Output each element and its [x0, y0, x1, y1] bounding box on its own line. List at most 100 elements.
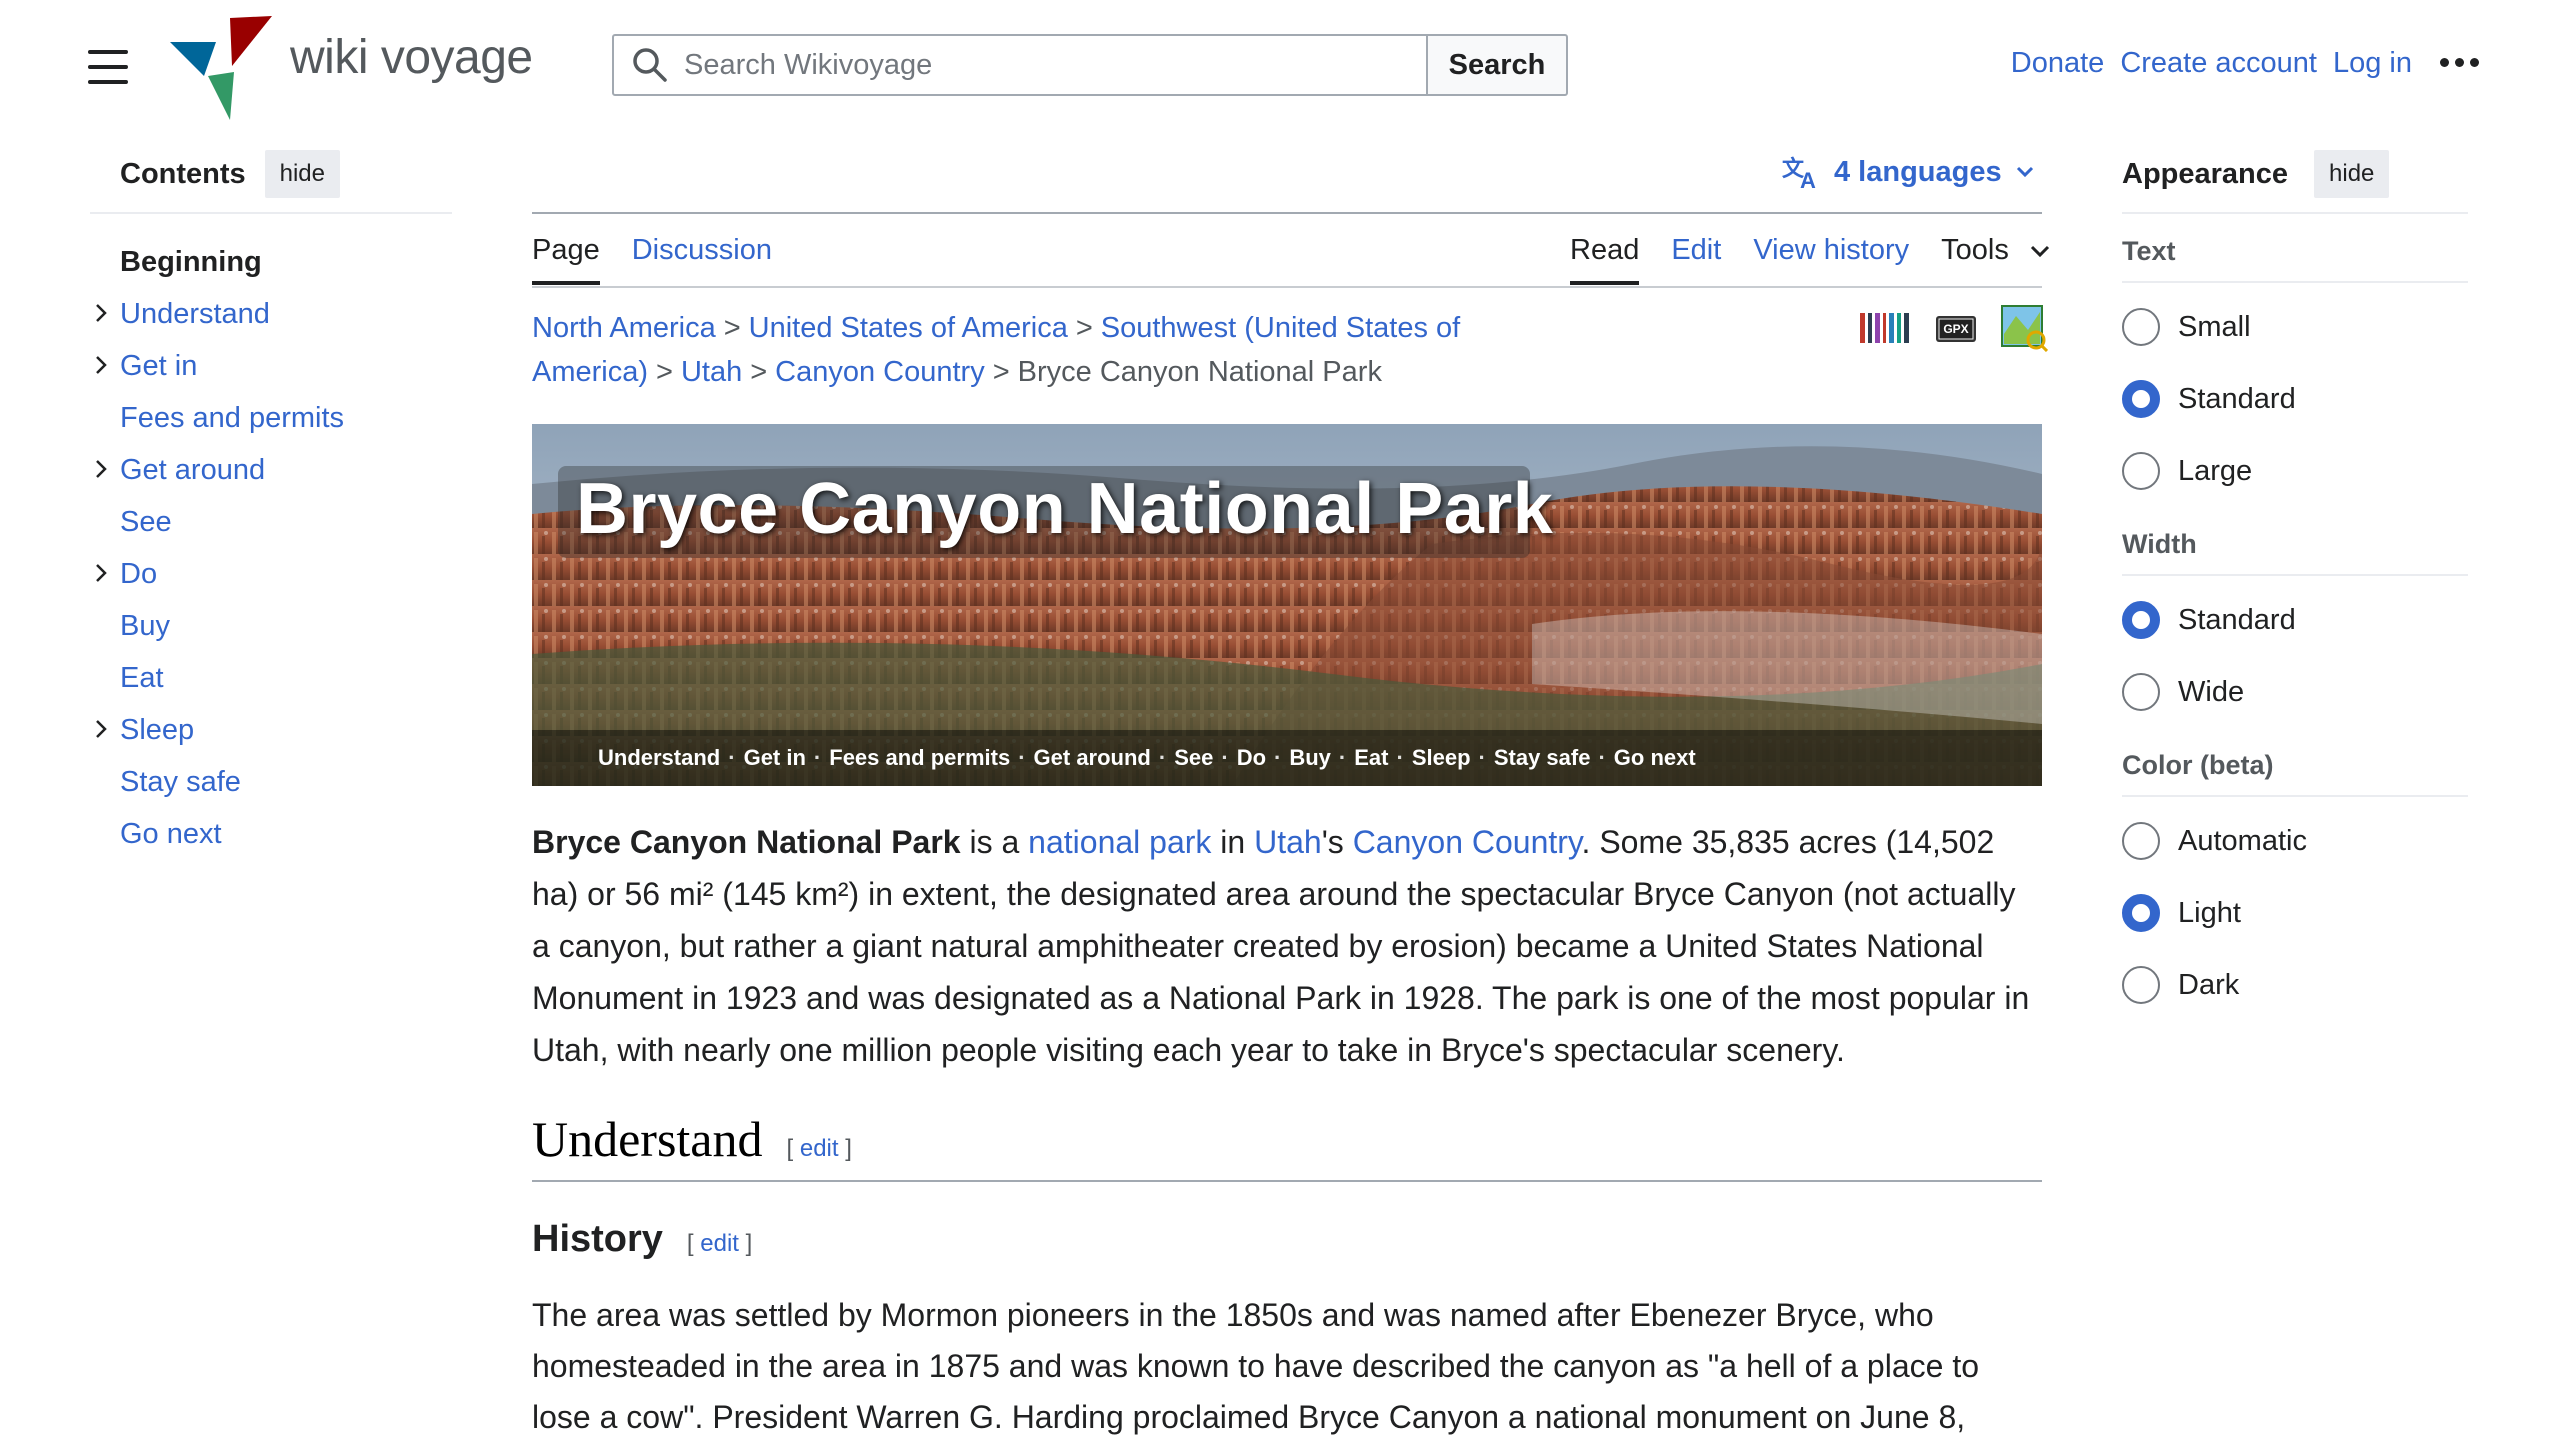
- lead-bold-title: Bryce Canyon National Park: [532, 824, 961, 860]
- banner-nav-get-around[interactable]: Get around: [1034, 745, 1151, 771]
- radio-button[interactable]: [2122, 452, 2160, 490]
- toc-item-beginning[interactable]: Beginning: [90, 236, 452, 288]
- title-divider: [532, 212, 2042, 214]
- search-input[interactable]: [682, 47, 1386, 83]
- chevron-right-icon[interactable]: [90, 458, 112, 480]
- toc-hide-button[interactable]: hide: [264, 150, 340, 198]
- tab-edit[interactable]: Edit: [1671, 234, 1721, 285]
- breadcrumb-usa[interactable]: United States of America: [749, 312, 1068, 344]
- option-width-wide[interactable]: Wide: [2122, 656, 2468, 728]
- search-icon: [633, 48, 667, 82]
- option-width-standard[interactable]: Standard: [2122, 584, 2468, 656]
- radio-button[interactable]: [2122, 380, 2160, 418]
- appearance-section-color-beta: Color (beta): [2122, 750, 2468, 797]
- appearance-section-width: Width: [2122, 529, 2468, 576]
- nav-separator: ·: [1396, 745, 1404, 770]
- chevron-right-icon[interactable]: [90, 718, 112, 740]
- breadcrumb-north-america[interactable]: North America: [532, 312, 716, 344]
- banner-nav-fees-and-permits[interactable]: Fees and permits: [829, 745, 1010, 771]
- banner-nav-understand[interactable]: Understand: [598, 745, 720, 771]
- history-paragraph: The area was settled by Mormon pioneers …: [532, 1297, 1979, 1435]
- create-account-link[interactable]: Create account: [2120, 47, 2317, 80]
- table-of-contents: Contents hide Beginning Understand Get in F…: [90, 150, 452, 860]
- barcode-icon[interactable]: [1860, 311, 1912, 345]
- appearance-hide-button[interactable]: hide: [2314, 150, 2390, 198]
- radio-button[interactable]: [2122, 601, 2160, 639]
- breadcrumb-separator: >: [750, 356, 768, 388]
- banner-nav-get-in[interactable]: Get in: [744, 745, 806, 771]
- toc-item-stay-safe[interactable]: Stay safe: [90, 756, 452, 808]
- bracket: [: [786, 1135, 794, 1162]
- radio-group-width: Standard Wide: [2122, 584, 2468, 728]
- breadcrumb-canyon-country[interactable]: Canyon Country: [775, 356, 985, 388]
- toc-item-eat[interactable]: Eat: [90, 652, 452, 704]
- toc-item-understand[interactable]: Understand: [90, 288, 452, 340]
- wikivoyage-logo-icon[interactable]: [168, 16, 272, 120]
- nav-separator: ·: [1598, 745, 1606, 770]
- option-color-beta-dark[interactable]: Dark: [2122, 949, 2468, 1021]
- more-options-icon[interactable]: [2440, 58, 2479, 67]
- logo-wordmark[interactable]: wiki voyage: [290, 30, 533, 85]
- radio-button[interactable]: [2122, 822, 2160, 860]
- link-national-park[interactable]: national park: [1028, 824, 1211, 860]
- chevron-right-icon[interactable]: [90, 562, 112, 584]
- search-button[interactable]: Search: [1426, 34, 1568, 96]
- heading-divider: [532, 1180, 2042, 1182]
- option-text-large[interactable]: Large: [2122, 435, 2468, 507]
- search-box[interactable]: [612, 34, 1428, 96]
- banner-nav-sleep[interactable]: Sleep: [1412, 745, 1471, 771]
- language-button[interactable]: 文 A 4 languages: [1782, 154, 2036, 190]
- banner-nav-eat[interactable]: Eat: [1354, 745, 1388, 771]
- banner-nav-do[interactable]: Do: [1237, 745, 1266, 771]
- breadcrumb: North America > United States of America > S…: [532, 306, 1792, 394]
- edit-link[interactable]: edit: [800, 1135, 839, 1162]
- nav-separator: ·: [1274, 745, 1282, 770]
- donate-link[interactable]: Donate: [2011, 47, 2105, 80]
- tab-read[interactable]: Read: [1570, 234, 1640, 285]
- radio-button[interactable]: [2122, 966, 2160, 1004]
- toc-item-get-around[interactable]: Get around: [90, 444, 452, 496]
- tools-menu[interactable]: Tools: [1941, 234, 2051, 285]
- tab-view-history[interactable]: View history: [1753, 234, 1909, 285]
- radio-label: Small: [2178, 310, 2251, 343]
- radio-button[interactable]: [2122, 894, 2160, 932]
- tools-label: Tools: [1941, 234, 2009, 266]
- tab-discussion[interactable]: Discussion: [632, 234, 772, 285]
- toc-item-sleep[interactable]: Sleep: [90, 704, 452, 756]
- link-utah[interactable]: Utah: [1254, 824, 1322, 860]
- toc-item-do[interactable]: Do: [90, 548, 452, 600]
- toc-item-go-next[interactable]: Go next: [90, 808, 452, 860]
- radio-button[interactable]: [2122, 308, 2160, 346]
- breadcrumb-utah[interactable]: Utah: [681, 356, 742, 388]
- page-indicators: GPX: [1860, 304, 2048, 352]
- toc-item-label: Get in: [120, 349, 198, 382]
- toc-item-see[interactable]: See: [90, 496, 452, 548]
- banner-nav-see[interactable]: See: [1174, 745, 1213, 771]
- banner-nav-stay-safe[interactable]: Stay safe: [1494, 745, 1591, 771]
- main-menu-icon[interactable]: [88, 50, 128, 84]
- section-heading-understand: Understand [ edit ]: [532, 1110, 852, 1168]
- toc-item-buy[interactable]: Buy: [90, 600, 452, 652]
- gpx-download-icon[interactable]: GPX: [1934, 308, 1978, 348]
- toc-item-fees-and-permits[interactable]: Fees and permits: [90, 392, 452, 444]
- lead-paragraph: Bryce Canyon National Park is a national…: [532, 816, 2042, 1076]
- toc-item-get-in[interactable]: Get in: [90, 340, 452, 392]
- toc-item-label: Go next: [120, 817, 222, 850]
- log-in-link[interactable]: Log in: [2333, 47, 2412, 80]
- banner-nav-go-next[interactable]: Go next: [1614, 745, 1696, 771]
- option-text-standard[interactable]: Standard: [2122, 363, 2468, 435]
- edit-link[interactable]: edit: [700, 1230, 739, 1257]
- radio-group-color-beta: Automatic Light Dark: [2122, 805, 2468, 1021]
- chevron-right-icon[interactable]: [90, 354, 112, 376]
- section-edit-link: [ edit ]: [787, 1135, 852, 1163]
- link-canyon-country[interactable]: Canyon Country: [1353, 824, 1582, 860]
- chevron-right-icon[interactable]: [90, 302, 112, 324]
- map-icon[interactable]: [2000, 304, 2048, 352]
- radio-button[interactable]: [2122, 673, 2160, 711]
- tab-page[interactable]: Page: [532, 234, 600, 285]
- option-color-beta-light[interactable]: Light: [2122, 877, 2468, 949]
- banner-nav-buy[interactable]: Buy: [1289, 745, 1331, 771]
- breadcrumb-separator: >: [723, 312, 741, 344]
- option-text-small[interactable]: Small: [2122, 291, 2468, 363]
- option-color-beta-automatic[interactable]: Automatic: [2122, 805, 2468, 877]
